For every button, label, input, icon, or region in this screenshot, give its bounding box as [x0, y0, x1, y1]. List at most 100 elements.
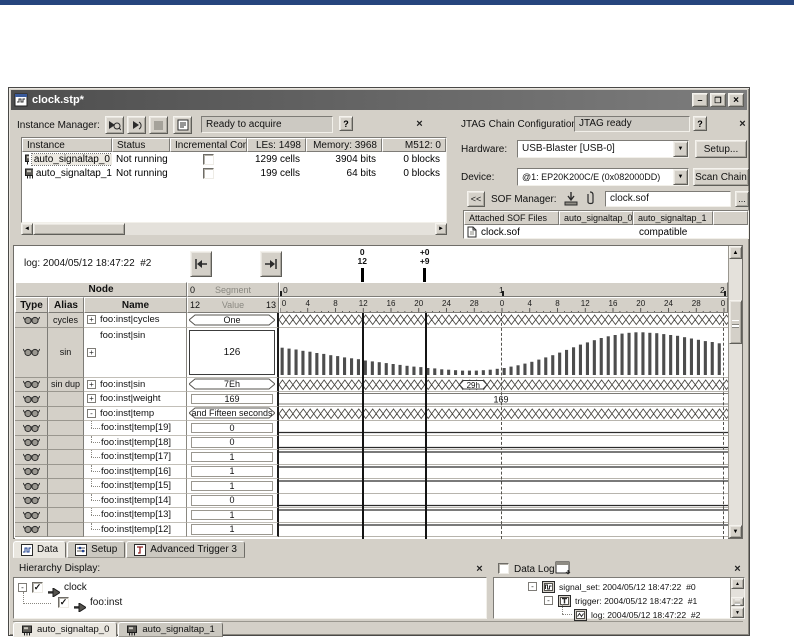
expand-toggle-icon[interactable]: - [528, 582, 537, 591]
wave-cell[interactable] [279, 436, 728, 451]
signal-row[interactable]: foo:inst|temp[18]0 [15, 436, 728, 451]
column-header[interactable]: auto_signaltap_1 [633, 211, 713, 225]
hierarchy-item-label[interactable]: clock [64, 582, 87, 593]
wave-cell[interactable] [279, 523, 728, 538]
vscroll-thumb[interactable] [731, 597, 744, 606]
value-cell[interactable]: 1 [187, 479, 279, 494]
column-header[interactable]: Instance [22, 138, 112, 152]
device-combo[interactable]: @1: EP20K200C/E (0x082000DD) ▼ [517, 168, 689, 186]
instance-name-cell[interactable]: auto_signaltap_1 [22, 166, 112, 180]
hierarchy-checkbox[interactable]: ✓ [58, 597, 69, 608]
type-cell[interactable] [15, 465, 48, 480]
alias-cell[interactable] [48, 407, 84, 422]
type-cell[interactable] [15, 313, 48, 328]
alias-cell[interactable] [48, 392, 84, 407]
alias-cell[interactable] [48, 494, 84, 509]
column-header[interactable]: Incremental Compile [170, 138, 247, 152]
signal-row[interactable]: foo:inst|temp[15]1 [15, 479, 728, 494]
hierarchy-close-icon[interactable]: × [473, 562, 486, 575]
name-cell[interactable]: foo:inst|temp[15] [84, 479, 187, 494]
column-header[interactable]: Attached SOF Files [464, 211, 559, 225]
column-header[interactable]: auto_signaltap_0 [559, 211, 633, 225]
expand-toggle-icon[interactable]: - [544, 596, 553, 605]
signal-row[interactable]: foo:inst|temp[13]1 [15, 508, 728, 523]
type-cell[interactable] [15, 421, 48, 436]
type-cell[interactable] [15, 479, 48, 494]
time-marker-handle[interactable] [423, 268, 426, 282]
table-row[interactable]: auto_signaltap_0Not running1299 cells390… [22, 152, 446, 166]
hierarchy-item-label[interactable]: foo:inst [90, 597, 122, 608]
alias-cell[interactable] [48, 465, 84, 480]
signal-row[interactable]: foo:inst|temp[14]0 [15, 494, 728, 509]
wave-cell[interactable] [279, 313, 728, 328]
sof-browse-button[interactable]: ... [735, 191, 749, 207]
alias-cell[interactable]: sin dup [48, 378, 84, 393]
expand-toggle-icon[interactable]: - [18, 583, 27, 592]
stop-analysis-button[interactable] [149, 116, 168, 134]
name-cell[interactable]: +foo:inst|sin [84, 378, 187, 393]
device-combo-arrow-icon[interactable]: ▼ [673, 169, 688, 185]
signal-row[interactable]: foo:inst|temp[17]1 [15, 450, 728, 465]
wave-cell[interactable]: 29h [279, 378, 728, 393]
type-cell[interactable] [15, 392, 48, 407]
jtag-help-icon[interactable]: ? [693, 116, 707, 131]
instance-hscrollbar[interactable]: ◄ ► [21, 223, 447, 235]
hardware-combo[interactable]: USB-Blaster [USB-0] ▼ [517, 140, 689, 158]
value-cell[interactable]: and Fifteen seconds [187, 407, 279, 422]
name-cell[interactable]: foo:inst|temp[16] [84, 465, 187, 480]
waveform-vscrollbar[interactable]: ▲ ▼ [728, 246, 742, 538]
hscroll-thumb[interactable] [33, 223, 125, 235]
run-analysis-button[interactable] [105, 116, 124, 134]
wave-cell[interactable] [279, 328, 728, 378]
name-cell[interactable]: -foo:inst|temp [84, 407, 187, 422]
sof-file-field[interactable]: clock.sof [605, 191, 731, 207]
close-button[interactable]: × [728, 93, 744, 107]
signal-row[interactable]: +foo:inst|weight169169 [15, 392, 728, 407]
table-row[interactable]: clock.sofcompatible [464, 225, 748, 239]
value-cell[interactable]: 1 [187, 450, 279, 465]
alias-cell[interactable] [48, 450, 84, 465]
hardware-combo-arrow-icon[interactable]: ▼ [673, 141, 688, 157]
collapse-button[interactable]: << [467, 191, 485, 207]
instance-tab-auto_signaltap_0[interactable]: auto_signaltap_0 [13, 622, 117, 637]
type-cell[interactable] [15, 436, 48, 451]
scroll-right-icon[interactable]: ► [435, 223, 447, 235]
tab-data[interactable]: Data [13, 541, 66, 558]
column-header[interactable]: Status [112, 138, 170, 152]
data-log-close-icon[interactable]: × [731, 562, 744, 575]
wave-cell[interactable]: 169 [279, 392, 728, 407]
name-cell[interactable]: foo:inst|temp[17] [84, 450, 187, 465]
incremental-compile-checkbox[interactable] [203, 154, 214, 165]
wave-cell[interactable] [279, 508, 728, 523]
data-log-checkbox[interactable] [498, 563, 509, 574]
instance-tab-auto_signaltap_1[interactable]: auto_signaltap_1 [118, 622, 222, 637]
tab-setup[interactable]: Setup [67, 541, 125, 558]
name-cell[interactable]: +foo:inst|cycles [84, 313, 187, 328]
time-marker-handle[interactable] [361, 268, 364, 282]
scroll-up-icon[interactable]: ▲ [729, 246, 742, 259]
value-cell[interactable]: 126 [187, 328, 279, 378]
type-cell[interactable] [15, 494, 48, 509]
time-marker-label[interactable]: +0+9 [411, 248, 439, 266]
scroll-down-icon[interactable]: ▼ [729, 525, 742, 538]
help-icon[interactable]: ? [339, 116, 353, 131]
wave-cell[interactable] [279, 479, 728, 494]
alias-cell[interactable] [48, 436, 84, 451]
column-header[interactable] [713, 211, 748, 225]
expand-toggle-icon[interactable]: + [87, 380, 96, 389]
value-cell[interactable]: 1 [187, 523, 279, 538]
alias-cell[interactable]: cycles [48, 313, 84, 328]
signal-row[interactable]: foo:inst|temp[16]1 [15, 465, 728, 480]
expand-toggle-icon[interactable]: - [87, 409, 96, 418]
type-cell[interactable] [15, 328, 48, 378]
segment-band[interactable]: 012 [279, 282, 728, 297]
signal-row[interactable]: -foo:inst|tempand Fifteen seconds [15, 407, 728, 422]
scroll-down-icon[interactable]: ▼ [731, 607, 744, 618]
data-log-item-label[interactable]: trigger: 2004/05/12 18:47:22 #1 [575, 596, 697, 606]
wave-cell[interactable] [279, 450, 728, 465]
name-cell[interactable]: foo:inst|temp[19] [84, 421, 187, 436]
signal-row[interactable]: foo:inst|temp[19]0 [15, 421, 728, 436]
column-header[interactable]: LEs: 1498 [247, 138, 306, 152]
hierarchy-checkbox[interactable]: ✓ [32, 582, 43, 593]
signal-row[interactable]: foo:inst|temp[12]1 [15, 523, 728, 538]
